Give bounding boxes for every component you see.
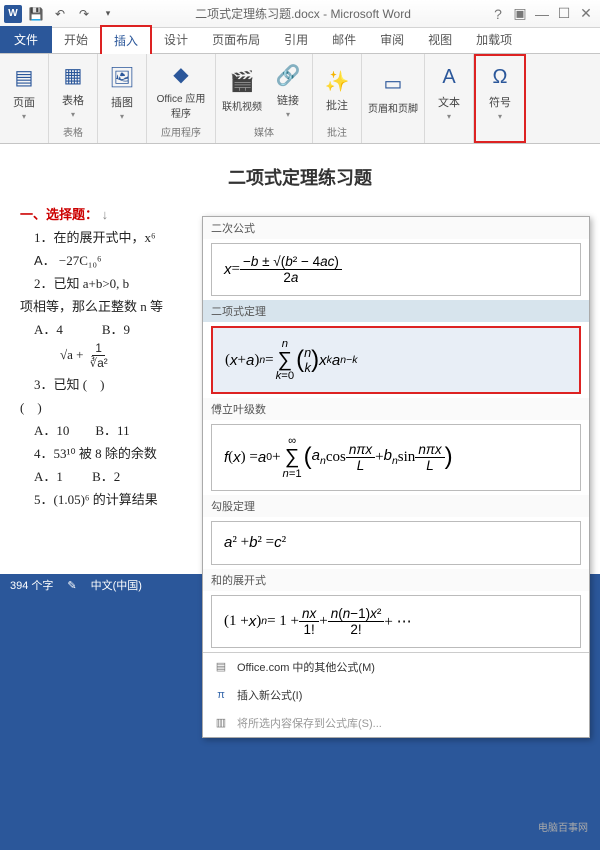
tab-insert[interactable]: 插入 (100, 25, 152, 54)
illus-label: 插图 (111, 94, 133, 110)
links-button[interactable]: 🔗链接▾ (270, 62, 306, 119)
video-icon: 🎬 (228, 68, 256, 96)
gallery-fourier-header: 傅立叶级数 (203, 398, 589, 420)
proofing-icon[interactable]: ✎ (67, 579, 76, 592)
comment-label: 批注 (326, 97, 348, 113)
help-icon[interactable]: ? (488, 4, 508, 24)
gallery-save-label: 将所选内容保存到公式库(S)... (237, 715, 382, 731)
gallery-more-online[interactable]: ▤ Office.com 中的其他公式(M) (203, 653, 589, 681)
group-header: ▭ 页眉和页脚 (362, 54, 425, 143)
gallery-footer: ▤ Office.com 中的其他公式(M) π 插入新公式(I) ▥ 将所选内容保存… (203, 652, 589, 737)
gallery-sumexp-formula[interactable]: (1 + x)n = 1 + nx1! + n(n−1)x²2! + ⋯ (211, 595, 581, 648)
video-button[interactable]: 🎬 联机视频 (222, 68, 262, 113)
text-label: 文本 (438, 94, 460, 110)
table-button[interactable]: ▦表格▾ (55, 62, 91, 119)
maximize-icon[interactable]: ☐ (554, 4, 574, 24)
apps-icon: ◆ (167, 60, 195, 88)
group-comments: ✨ 批注 批注 (313, 54, 362, 143)
group-media-label: 媒体 (254, 124, 274, 139)
tab-file[interactable]: 文件 (0, 26, 52, 53)
save-small-icon: ▥ (213, 715, 229, 731)
office-icon: ▤ (213, 659, 229, 675)
page-icon: ▤ (10, 64, 38, 92)
tab-mail[interactable]: 邮件 (320, 26, 368, 53)
gallery-new-label: 插入新公式(I) (237, 687, 302, 703)
tab-home[interactable]: 开始 (52, 26, 100, 53)
tab-addins[interactable]: 加载项 (464, 26, 524, 53)
word-icon: W (4, 5, 22, 23)
text-icon: A (435, 64, 463, 92)
ribbon-toggle-icon[interactable]: ▣ (510, 4, 530, 24)
table-icon: ▦ (59, 62, 87, 90)
group-tables: ▦表格▾ 表格 (49, 54, 98, 143)
qat-dropdown-icon[interactable]: ▾ (98, 4, 118, 24)
tab-review[interactable]: 审阅 (368, 26, 416, 53)
gallery-pyth-formula[interactable]: a² + b² = c² (211, 521, 581, 565)
omega-icon: Ω (486, 64, 514, 92)
group-tables-label: 表格 (63, 124, 83, 139)
gallery-pyth-header: 勾股定理 (203, 495, 589, 517)
language[interactable]: 中文(中国) (91, 577, 142, 593)
table-label: 表格 (62, 92, 84, 108)
header-icon: ▭ (379, 70, 407, 98)
minimize-icon[interactable]: — (532, 4, 552, 24)
gallery-more-label: Office.com 中的其他公式(M) (237, 659, 375, 675)
comment-icon: ✨ (323, 67, 351, 95)
group-symbols: Ω符号▾ (474, 54, 526, 143)
gallery-fourier-formula[interactable]: f(x) = a0 + ∞∑n=1(an cos nπxL + bn sin n… (211, 424, 581, 490)
pi-small-icon: π (213, 687, 229, 703)
tab-references[interactable]: 引用 (272, 26, 320, 53)
picture-icon: 🖼 (108, 64, 136, 92)
header-button[interactable]: ▭ 页眉和页脚 (368, 70, 418, 115)
window-title: 二项式定理练习题.docx - Microsoft Word (118, 5, 488, 22)
page-label: 页面 (13, 94, 35, 110)
office-apps-button[interactable]: ◆Office 应用程序 (153, 60, 209, 120)
group-media: 🎬联机视频 🔗链接▾ 媒体 (216, 54, 313, 143)
save-icon[interactable]: 💾 (26, 4, 46, 24)
group-apps-label: 应用程序 (161, 124, 201, 139)
symbol-label: 符号 (489, 94, 511, 110)
equation-gallery: 二次公式 x = −b ± √(b² − 4ac)2a 二项式定理 (x + a… (202, 216, 590, 738)
gallery-save-selection[interactable]: ▥ 将所选内容保存到公式库(S)... (203, 709, 589, 737)
page-button[interactable]: ▤页面▾ (6, 64, 42, 121)
title-bar: W 💾 ↶ ↷ ▾ 二项式定理练习题.docx - Microsoft Word… (0, 0, 600, 28)
group-apps: ◆Office 应用程序 应用程序 (147, 54, 216, 143)
illustrations-button[interactable]: 🖼插图▾ (104, 64, 140, 121)
text-button[interactable]: A文本▾ (431, 64, 467, 121)
symbol-button[interactable]: Ω符号▾ (482, 64, 518, 121)
tab-design[interactable]: 设计 (152, 26, 200, 53)
gallery-quad-formula[interactable]: x = −b ± √(b² − 4ac)2a (211, 243, 581, 296)
gallery-binom-formula[interactable]: (x + a)n = n∑k=0(nk) xkan−k (211, 326, 581, 394)
undo-icon[interactable]: ↶ (50, 4, 70, 24)
doc-title: 二项式定理练习题 (20, 164, 580, 190)
office-label: Office 应用程序 (153, 90, 209, 120)
gallery-binom-header: 二项式定理 (203, 300, 589, 322)
gallery-sumexp-header: 和的展开式 (203, 569, 589, 591)
window-controls: ? ▣ — ☐ ✕ (488, 4, 596, 24)
group-illustrations: 🖼插图▾ (98, 54, 147, 143)
gallery-quad-header: 二次公式 (203, 217, 589, 239)
redo-icon[interactable]: ↷ (74, 4, 94, 24)
comment-button[interactable]: ✨ 批注 (319, 67, 355, 113)
group-comments-label: 批注 (327, 124, 347, 139)
link-icon: 🔗 (274, 62, 302, 90)
gallery-insert-new[interactable]: π 插入新公式(I) (203, 681, 589, 709)
ribbon: ▤页面▾ ▦表格▾ 表格 🖼插图▾ ◆Office 应用程序 应用程序 🎬联机视… (0, 54, 600, 144)
group-page: ▤页面▾ (0, 54, 49, 143)
links-label: 链接 (277, 92, 299, 108)
header-label: 页眉和页脚 (368, 100, 418, 115)
tab-layout[interactable]: 页面布局 (200, 26, 272, 53)
group-text: A文本▾ (425, 54, 474, 143)
close-icon[interactable]: ✕ (576, 4, 596, 24)
watermark: 电脑百事网 (538, 819, 588, 834)
video-label: 联机视频 (222, 98, 262, 113)
quick-access-toolbar: W 💾 ↶ ↷ ▾ (4, 4, 118, 24)
ribbon-tabs: 文件 开始 插入 设计 页面布局 引用 邮件 审阅 视图 加载项 (0, 28, 600, 54)
tab-view[interactable]: 视图 (416, 26, 464, 53)
word-count[interactable]: 394 个字 (10, 577, 53, 593)
